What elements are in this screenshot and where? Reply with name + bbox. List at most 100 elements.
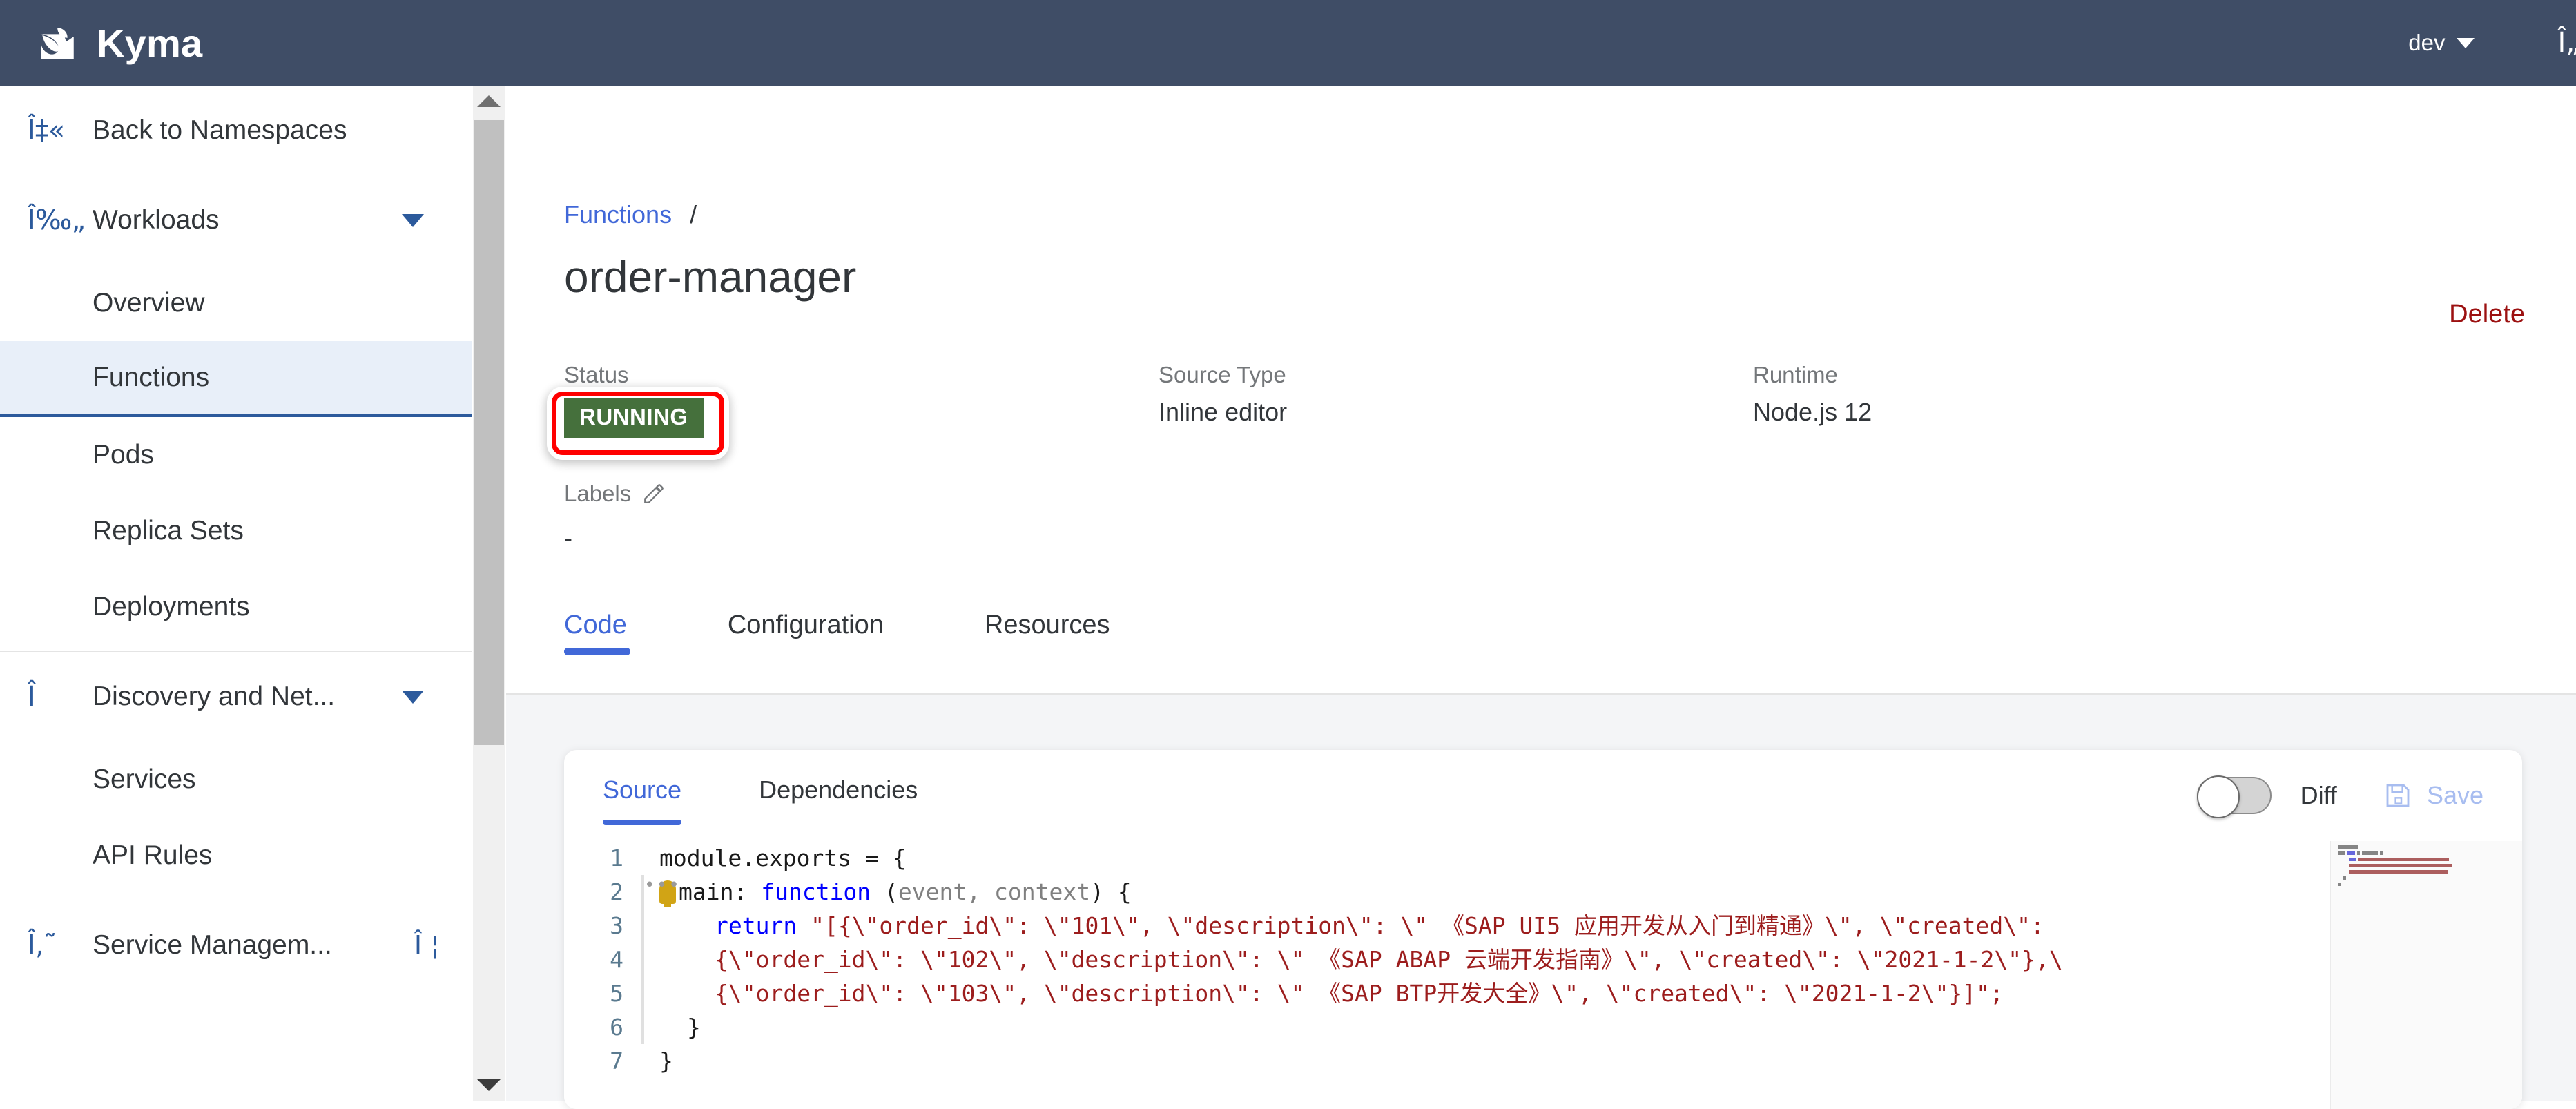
sidebar-item-label: API Rules [93, 840, 213, 870]
collapsed-hint-dots: ••• [644, 875, 681, 896]
code-token: } [687, 1014, 701, 1041]
code-text: return "[{\"order_id\": \"101\", \"descr… [659, 909, 2044, 943]
code-line: 7} [564, 1044, 2522, 1078]
code-token: {\"order_id\": \"102\", \"description\":… [715, 946, 2063, 973]
floppy-save-icon [2386, 784, 2410, 807]
status-badge: RUNNING [564, 398, 704, 438]
subtab-source[interactable]: Source [603, 775, 682, 825]
code-text: } [659, 1010, 701, 1044]
sidebar-item-replica-sets[interactable]: Replica Sets [0, 493, 472, 569]
main-content: Functions / order-manager Delete Status … [506, 86, 2576, 1109]
sidebar-item-label: Services [93, 764, 196, 794]
discovery-icon: Î [28, 681, 36, 713]
sidebar-group-workloads[interactable]: Î‰„ Workloads [0, 175, 472, 265]
environment-label: dev [2408, 30, 2446, 55]
sidebar-divider [0, 894, 472, 900]
environment-selector[interactable]: dev [2408, 30, 2475, 56]
subtab-dependencies[interactable]: Dependencies [759, 775, 918, 816]
user-settings-icon[interactable]: Î„ [2557, 29, 2576, 57]
sidebar-group-discovery-and-network[interactable]: Î Discovery and Net... [0, 652, 472, 742]
metadata-runtime: Runtime Node.js 12 [1753, 362, 1872, 427]
diff-toggle[interactable] [2196, 775, 2272, 818]
diff-toggle-label: Diff [2300, 781, 2337, 809]
workloads-icon: Î‰„ [28, 204, 86, 236]
line-number: 6 [610, 1014, 623, 1041]
metadata-value: Node.js 12 [1753, 398, 1872, 426]
labels-value: - [564, 523, 572, 552]
metadata-label: Status [564, 362, 629, 387]
metadata-source-type: Source Type Inline editor [1159, 362, 1287, 427]
line-number: 5 [610, 980, 623, 1007]
sidebar-item-label: Back to Namespaces [93, 115, 347, 145]
pencil-icon[interactable] [642, 482, 666, 505]
sidebar-item-label: Replica Sets [93, 516, 244, 546]
line-number: 4 [610, 946, 623, 973]
sidebar-group-label: Discovery and Net... [93, 682, 336, 711]
sidebar-item-deployments[interactable]: Deployments [0, 569, 472, 645]
line-number: 3 [610, 912, 623, 939]
labels-block: Labels - [564, 481, 666, 552]
sidebar-item-label: Overview [93, 288, 205, 318]
metadata-row: Status RUNNING Source Type Inline editor… [552, 362, 2525, 472]
editor-minimap[interactable] [2330, 841, 2522, 1109]
sidebar-item-label: Deployments [93, 592, 250, 621]
metadata-value: Inline editor [1159, 398, 1288, 426]
scroll-up-arrow-icon[interactable] [477, 95, 501, 107]
tab-code[interactable]: Code [564, 610, 652, 655]
indent-guide [641, 1044, 644, 1078]
metadata-status: Status RUNNING [552, 362, 724, 455]
chevron-down-icon[interactable] [402, 213, 424, 227]
code-text: {\"order_id\": \"103\", \"description\":… [659, 976, 2004, 1010]
breadcrumb-separator: / [690, 200, 697, 229]
breadcrumb: Functions / [564, 200, 697, 229]
sidebar-group-label: Workloads [93, 205, 220, 235]
sidebar-item-pods[interactable]: Pods [0, 417, 472, 493]
code-editor-card: Source Dependencies Diff Save 1 module.e… [564, 750, 2522, 1109]
code-token: ) { [1090, 878, 1132, 905]
sidebar-scrollbar[interactable] [473, 86, 505, 1101]
sidebar-item-overview[interactable]: Overview [0, 265, 472, 341]
code-text: main: function (event, context) { [659, 875, 1132, 909]
sidebar-item-back-to-namespaces[interactable]: Î‡« Back to Namespaces [0, 86, 472, 175]
sidebar-item-functions[interactable]: Functions [0, 341, 472, 417]
code-token: function [761, 878, 871, 905]
code-token: "[{\"order_id\": \"101\", \"description\… [797, 912, 2044, 939]
sidebar-group-label: Service Managem... [93, 929, 332, 960]
chevron-down-icon[interactable] [402, 690, 424, 704]
tab-resources[interactable]: Resources [985, 610, 1135, 655]
save-label: Save [2426, 781, 2483, 809]
breadcrumb-link-functions[interactable]: Functions [564, 200, 672, 229]
code-editor[interactable]: 1 module.exports = {2 main: function (even… [564, 841, 2522, 1109]
sidebar: Î‡« Back to Namespaces Î‰„ Workloads Ove… [0, 86, 472, 1101]
save-button[interactable]: Save [2384, 781, 2483, 810]
editor-toolbar: Source Dependencies Diff Save [564, 750, 2522, 841]
code-token: return [715, 912, 797, 939]
sidebar-item-label: Pods [93, 440, 154, 470]
brand[interactable]: Kyma [39, 21, 202, 66]
status-badge-wrapper: RUNNING [552, 392, 724, 455]
sidebar-group-service-management[interactable]: Î‚˜ Service Managem... Î ¦ [0, 900, 472, 990]
code-line: 6} [564, 1010, 2522, 1044]
chevron-down-icon [2457, 37, 2475, 48]
scroll-down-arrow-icon[interactable] [477, 1079, 501, 1091]
sidebar-divider [0, 645, 472, 652]
minimap-slider[interactable] [2331, 841, 2522, 1109]
tab-bar: Code Configuration Resources [564, 610, 1135, 655]
code-text: {\"order_id\": \"102\", \"description\":… [659, 943, 2063, 976]
code-token: ( [871, 878, 898, 905]
delete-button[interactable]: Delete [2449, 300, 2525, 329]
indent-guide [641, 1010, 644, 1044]
indent-guide [641, 909, 644, 943]
code-token: {\"order_id\": \"103\", \"description\":… [715, 980, 2004, 1007]
service-management-icon: Î‚˜ [28, 929, 57, 961]
service-management-trailing-icon[interactable]: Î ¦ [414, 930, 439, 961]
sidebar-item-services[interactable]: Services [0, 742, 472, 818]
diff-toggle-knob [2196, 775, 2240, 818]
sidebar-item-api-rules[interactable]: API Rules [0, 818, 472, 894]
line-number: 2 [610, 878, 623, 905]
tab-configuration[interactable]: Configuration [728, 610, 909, 655]
sidebar-scrollbar-thumb[interactable] [474, 120, 504, 745]
top-bar: Kyma dev Î„ [0, 0, 2576, 86]
indent-guide [641, 976, 644, 1010]
code-line: 4 {\"order_id\": \"102\", \"description\"… [564, 943, 2522, 976]
